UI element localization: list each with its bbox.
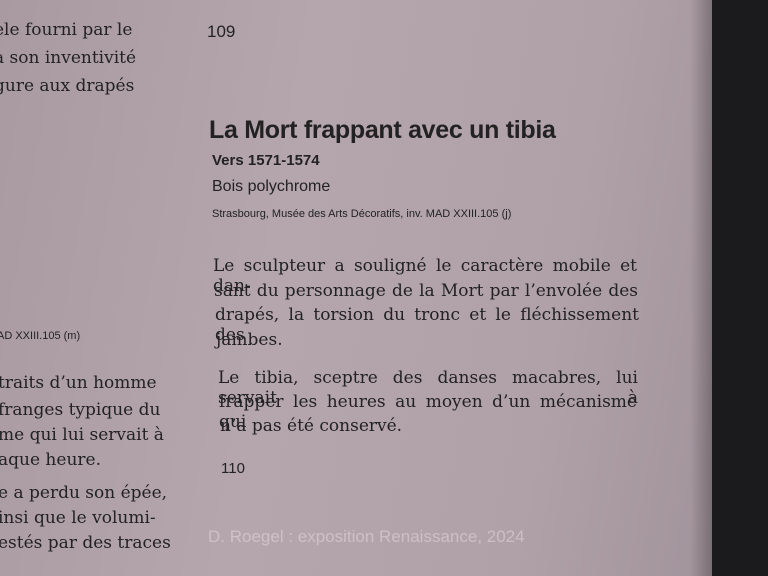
- left-text-line: insi que le volumi-: [0, 508, 156, 528]
- paragraph-line: jambes.: [216, 330, 283, 350]
- artwork-title: La Mort frappant avec un tibia: [209, 116, 556, 144]
- left-text-line: me qui lui servait à: [0, 425, 164, 445]
- artwork-credit: Strasbourg, Musée des Arts Décoratifs, i…: [212, 208, 512, 220]
- next-entry-number: 110: [221, 460, 245, 477]
- left-text-line: estés par des traces: [0, 533, 171, 553]
- artwork-medium: Bois polychrome: [212, 178, 331, 195]
- photo-watermark: D. Roegel : exposition Renaissance, 2024: [208, 527, 525, 546]
- left-text-line: franges typique du: [0, 400, 161, 420]
- left-text-line: e a perdu son épée,: [0, 483, 168, 503]
- left-text-line: aque heure.: [0, 450, 101, 470]
- paragraph-line: n’a pas été conservé.: [220, 416, 403, 436]
- left-text-line: èle fourni par le: [0, 20, 133, 40]
- left-inventory: AD XXIII.105 (m): [0, 330, 81, 342]
- left-text-line: à son inventivité: [0, 48, 137, 68]
- exhibition-label-panel: èle fourni par le à son inventivité gure…: [0, 0, 712, 576]
- paragraph-line: sant du personnage de la Mort par l’envo…: [214, 281, 638, 301]
- panel-edge-shadow: [690, 0, 712, 576]
- left-text-line: traits d’un homme: [0, 373, 157, 393]
- entry-number: 109: [207, 22, 236, 41]
- artwork-date: Vers 1571-1574: [212, 152, 320, 169]
- left-text-line: gure aux drapés: [0, 76, 135, 96]
